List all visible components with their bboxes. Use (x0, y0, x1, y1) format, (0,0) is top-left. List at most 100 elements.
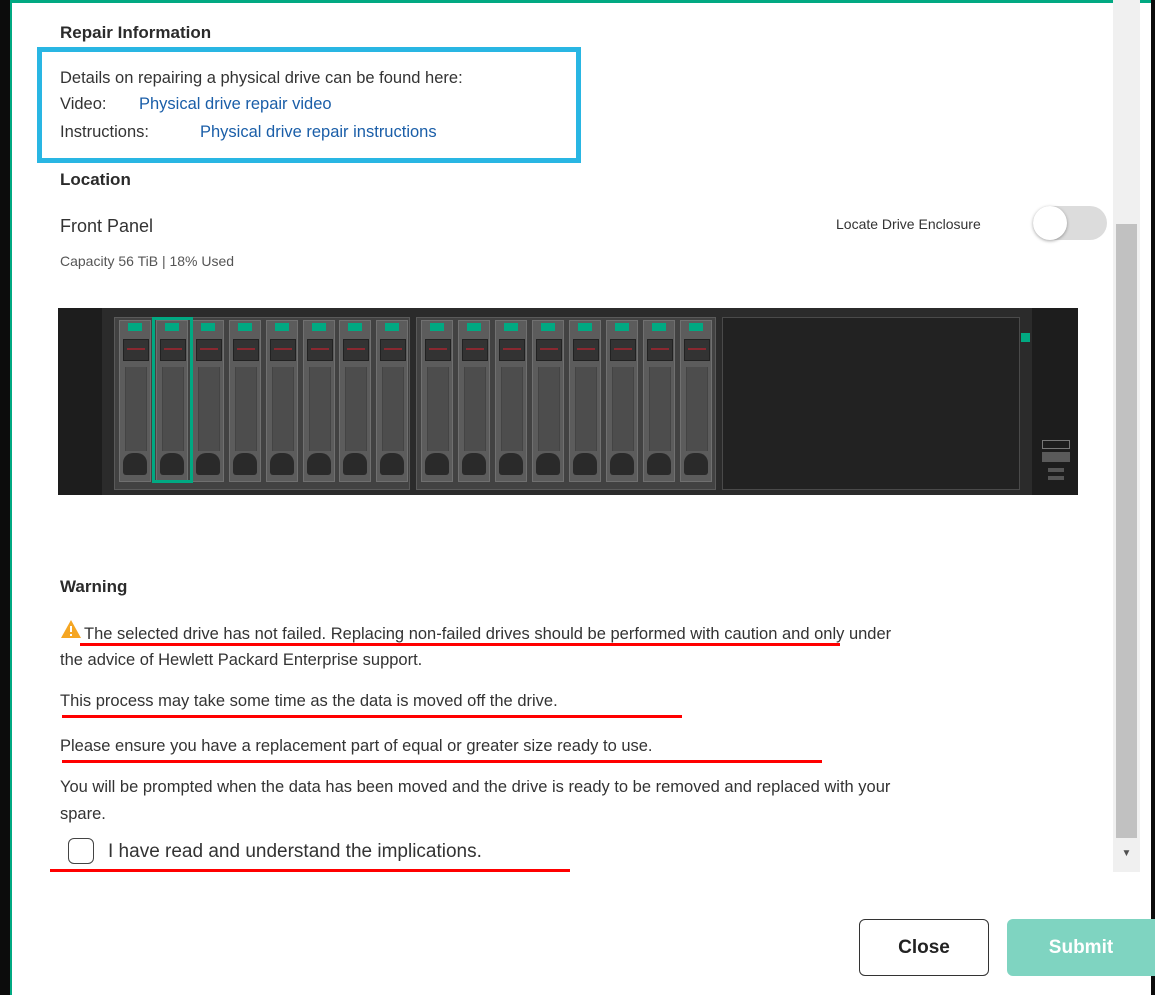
warning-triangle-icon (61, 620, 81, 638)
drive-handle (464, 367, 486, 451)
drive-slot (343, 339, 370, 361)
toggle-knob (1033, 206, 1067, 240)
drive-led (128, 323, 142, 331)
repair-instructions-link[interactable]: Physical drive repair instructions (200, 123, 437, 142)
selected-drive-highlight (152, 317, 193, 483)
drive-slot (233, 339, 260, 361)
drive-led (238, 323, 253, 331)
submit-button[interactable]: Submit (1007, 919, 1155, 976)
warning-text-line4-cont: spare. (60, 805, 106, 823)
drive-grip (343, 453, 368, 475)
drive-handle (538, 367, 560, 451)
annotation-underline (80, 643, 840, 646)
drive-grip (573, 453, 597, 475)
drive-slot (573, 339, 599, 361)
drive-handle (649, 367, 671, 451)
drive-bay-5[interactable] (265, 320, 298, 482)
drive-grip (196, 453, 221, 475)
warning-text-line1: The selected drive has not failed. Repla… (84, 625, 892, 643)
drive-slot (536, 339, 562, 361)
drive-bay-13[interactable] (569, 320, 601, 482)
window-right-border (1151, 0, 1155, 995)
drive-handle (612, 367, 634, 451)
drive-bay-11[interactable] (495, 320, 527, 482)
enclosure-right-ear (1032, 308, 1078, 495)
warning-text-line3: Please ensure you have a replacement par… (60, 737, 653, 755)
drive-led (201, 323, 216, 331)
enclosure-port (1042, 440, 1070, 449)
annotation-underline (50, 869, 570, 872)
annotation-underline (62, 760, 822, 763)
drive-slot (269, 339, 296, 361)
drive-bay-12[interactable] (532, 320, 564, 482)
drive-led (274, 323, 289, 331)
enclosure-port (1042, 452, 1070, 462)
drive-bay-15[interactable] (643, 320, 675, 482)
drive-grip (379, 453, 404, 475)
drive-bay-10[interactable] (458, 320, 490, 482)
drive-bay-6[interactable] (302, 320, 335, 482)
capacity-text: Capacity 56 TiB | 18% Used (60, 253, 235, 269)
close-button[interactable]: Close (859, 919, 989, 976)
drive-handle (381, 367, 404, 451)
drive-grip (462, 453, 486, 475)
drive-led (578, 323, 592, 331)
drive-grip (123, 453, 147, 475)
drive-handle (235, 367, 258, 451)
window-left-border (0, 0, 12, 995)
locate-enclosure-label: Locate Drive Enclosure (836, 216, 981, 232)
drive-handle (308, 367, 331, 451)
drive-led (504, 323, 518, 331)
drive-slot (499, 339, 525, 361)
drive-grip (306, 453, 331, 475)
acknowledge-checkbox[interactable] (68, 838, 94, 864)
drive-bay-8[interactable] (375, 320, 408, 482)
drive-handle (125, 367, 147, 451)
scroll-down-arrow-icon[interactable]: ▼ (1116, 843, 1137, 865)
drive-handle (198, 367, 221, 451)
drive-grip (233, 453, 258, 475)
drive-bay-3[interactable] (192, 320, 225, 482)
drive-slot (196, 339, 223, 361)
drive-handle (686, 367, 708, 451)
repair-details-text: Details on repairing a physical drive ca… (60, 69, 463, 87)
drive-bay-4[interactable] (229, 320, 262, 482)
drive-led (384, 323, 399, 331)
warning-heading: Warning (60, 577, 128, 596)
location-heading: Location (60, 170, 131, 189)
drive-handle (501, 367, 523, 451)
drive-slot (425, 339, 451, 361)
video-label: Video: (60, 95, 107, 113)
drive-grip (647, 453, 671, 475)
drive-slot (306, 339, 333, 361)
drive-led (430, 323, 444, 331)
drive-handle (345, 367, 368, 451)
warning-text-line1-cont: the advice of Hewlett Packard Enterprise… (60, 651, 423, 669)
drive-led (615, 323, 629, 331)
annotation-underline (62, 715, 682, 718)
drive-grip (684, 453, 708, 475)
drive-bay-9[interactable] (421, 320, 453, 482)
drive-slot (647, 339, 673, 361)
drive-bay-1[interactable] (119, 320, 151, 482)
drive-bay-16[interactable] (680, 320, 712, 482)
repair-video-link[interactable]: Physical drive repair video (139, 95, 332, 114)
drive-slot (684, 339, 710, 361)
repair-info-heading: Repair Information (60, 23, 212, 42)
locate-enclosure-toggle[interactable] (1033, 206, 1107, 240)
window-top-border (0, 0, 1155, 3)
drive-handle (271, 367, 294, 451)
enclosure-vent (1048, 476, 1064, 480)
acknowledge-label[interactable]: I have read and understand the implicati… (108, 841, 482, 863)
enclosure-left-ear (58, 308, 102, 495)
scrollbar-thumb[interactable] (1116, 224, 1137, 838)
drive-grip (269, 453, 294, 475)
drive-bay-14[interactable] (606, 320, 638, 482)
drive-handle (575, 367, 597, 451)
enclosure-vent (1048, 468, 1064, 472)
enclosure-status-led (1021, 333, 1030, 342)
drive-bay-7[interactable] (339, 320, 372, 482)
instructions-label: Instructions: (60, 123, 149, 141)
drive-led (348, 323, 363, 331)
drive-slot (462, 339, 488, 361)
